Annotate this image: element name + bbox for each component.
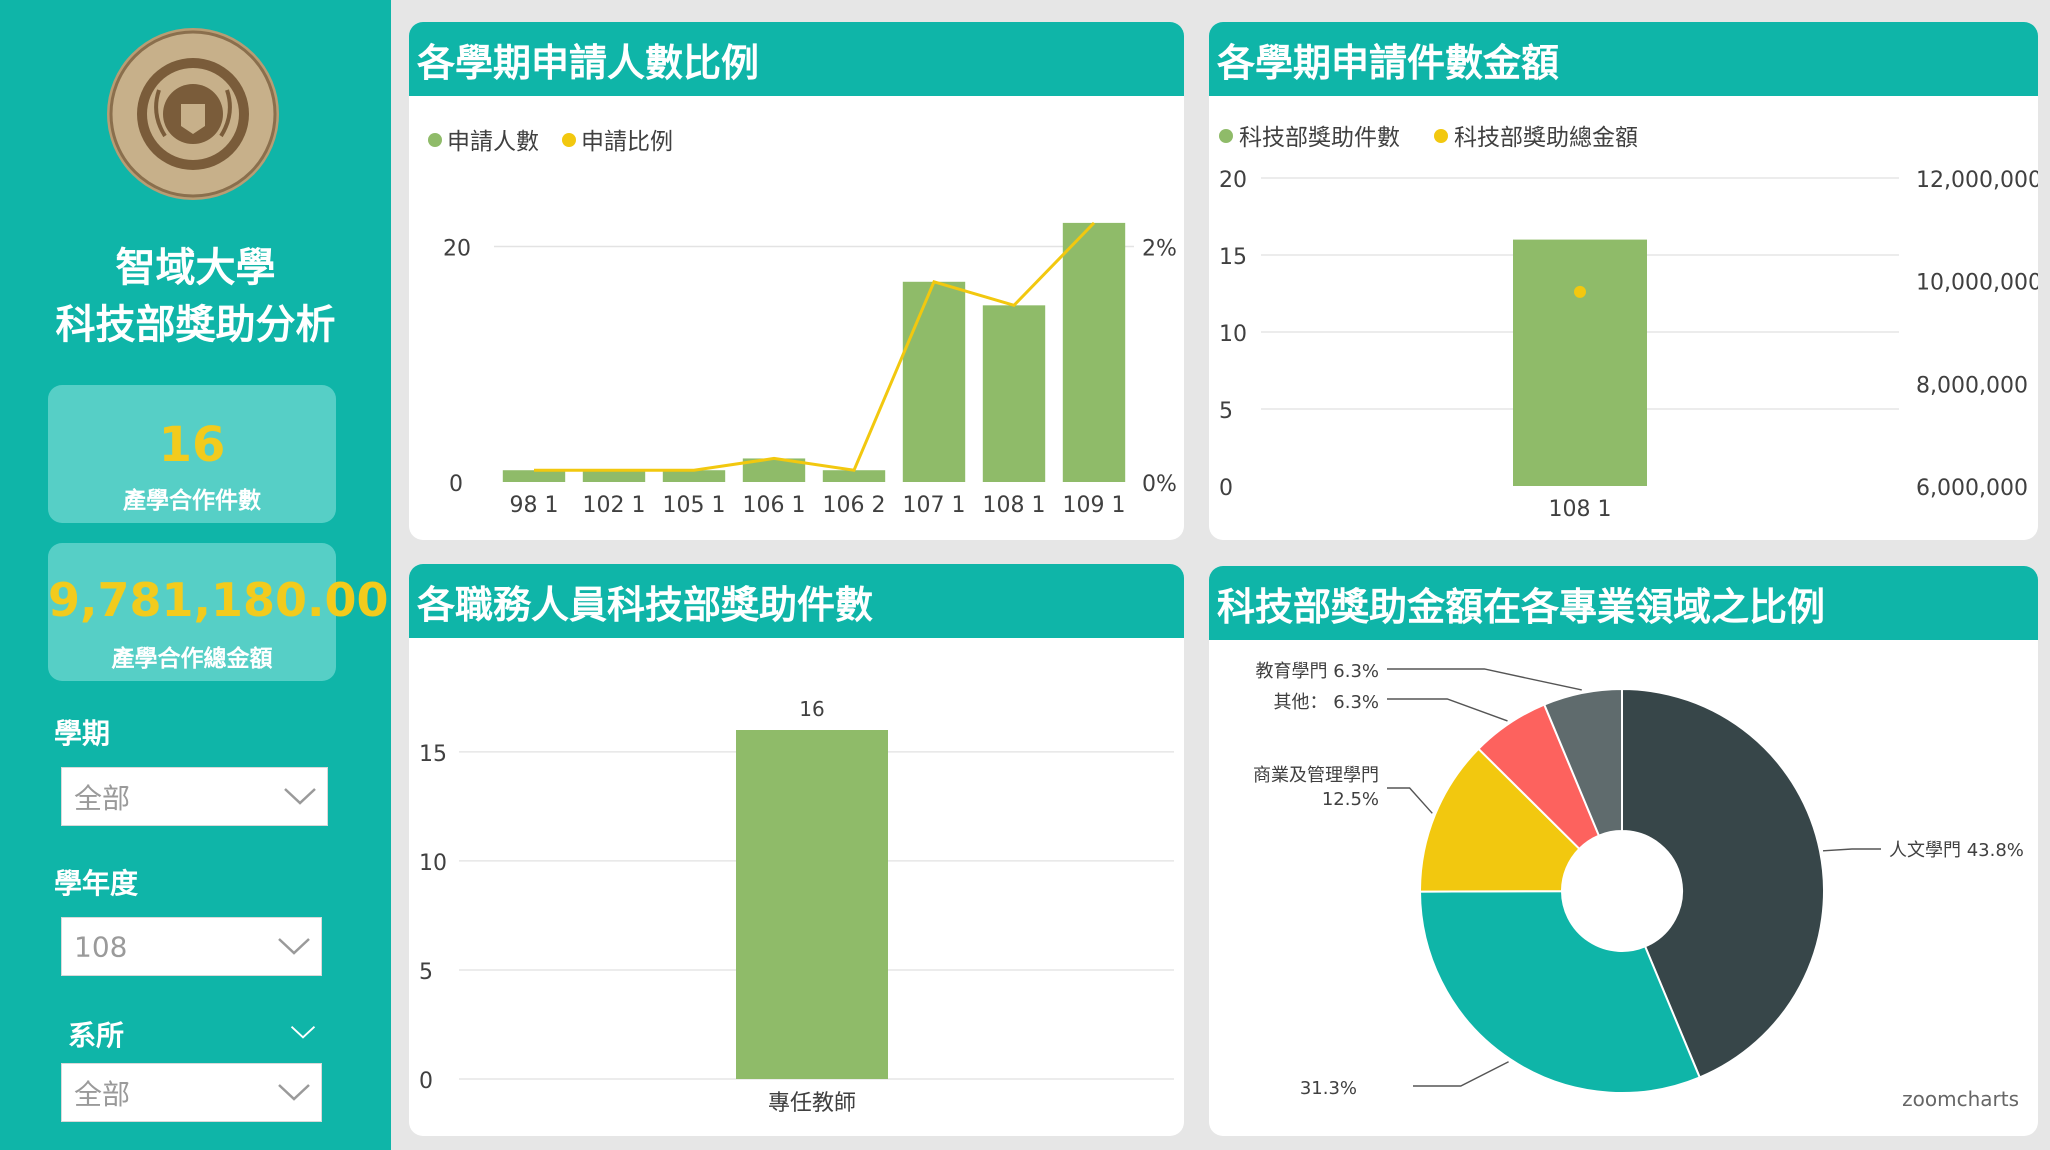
zoomcharts-watermark: zoomcharts bbox=[1902, 1087, 2019, 1111]
bar-applicants bbox=[982, 305, 1046, 482]
x-tick-label: 105 1 bbox=[663, 493, 726, 518]
bar-applicants bbox=[822, 470, 886, 482]
semester-select[interactable]: 全部 bbox=[61, 767, 328, 826]
x-tick-label: 108 1 bbox=[1549, 497, 1612, 522]
y-tick-label: 15 bbox=[1219, 245, 1247, 270]
chart-cases-and-amount: 科技部獎助件數 科技部獎助總金額 0 5 10 15 20 6,000,000 8,000,00… bbox=[1219, 125, 2038, 522]
y2-tick-label: 12,000,000 bbox=[1916, 168, 2038, 193]
y2-tick-label: 6,000,000 bbox=[1916, 476, 2028, 501]
y-tick-label: 20 bbox=[443, 236, 471, 261]
y-tick-label: 20 bbox=[1219, 168, 1247, 193]
x-tick-label: 106 1 bbox=[743, 493, 806, 518]
point-amount bbox=[1574, 285, 1586, 298]
y-tick-label: 0 bbox=[419, 1069, 433, 1094]
sidebar: 智域大學 科技部獎助分析 16 產學合作件數 9,781,180.00 產學合作… bbox=[0, 0, 391, 1150]
x-tick-label: 107 1 bbox=[903, 493, 966, 518]
panel-applicants-ratio: 各學期申請人數比例 申請人數 申請比例 0 20 0% 2% 98 1 102 1 105 11… bbox=[409, 22, 1184, 540]
bar-full-time-faculty bbox=[736, 730, 888, 1079]
slice-label: 教育學門 6.3% bbox=[1256, 661, 1379, 682]
slice-label: 商業及管理學門 bbox=[1253, 765, 1379, 786]
chart-cases-by-position: 0 5 10 15 16 專任教師 bbox=[419, 697, 1174, 1116]
dashboard-title-line1: 智域大學 bbox=[115, 245, 276, 291]
x-tick-label: 102 1 bbox=[583, 493, 646, 518]
x-tick-label: 專任教師 bbox=[768, 1091, 856, 1116]
y-tick-label: 5 bbox=[419, 960, 433, 985]
legend-marker-ratio bbox=[562, 133, 576, 147]
legend-marker-applicants bbox=[428, 133, 442, 147]
legend-label-applicants: 申請人數 bbox=[447, 129, 539, 155]
y2-tick-label: 0% bbox=[1142, 472, 1177, 497]
x-tick-label: 98 1 bbox=[510, 493, 559, 518]
bar-cases bbox=[1513, 239, 1647, 486]
bar-applicants bbox=[582, 470, 646, 482]
slice-label: 12.5% bbox=[1322, 789, 1379, 810]
slice-label: 31.3% bbox=[1300, 1078, 1357, 1099]
y-tick-label: 0 bbox=[1219, 476, 1233, 501]
dashboard-title-line2: 科技部獎助分析 bbox=[55, 302, 336, 348]
filter-label-semester: 學期 bbox=[54, 717, 111, 750]
leader-line bbox=[1387, 668, 1582, 691]
chart-amount-by-field: 人文學門 43.8% 31.3% 商業及管理學門 12.5% 其他： 6.3% 教育學門 … bbox=[1253, 661, 2024, 1111]
x-tick-label: 108 1 bbox=[983, 493, 1046, 518]
legend-marker-cases bbox=[1219, 129, 1233, 143]
y-tick-label: 10 bbox=[1219, 322, 1247, 347]
legend-marker-amount bbox=[1434, 129, 1448, 143]
filter-label-department: 系所 bbox=[68, 1019, 125, 1052]
kpi-label: 產學合作總金額 bbox=[111, 646, 273, 672]
legend-label-cases: 科技部獎助件數 bbox=[1239, 125, 1400, 151]
y2-tick-label: 8,000,000 bbox=[1916, 373, 2028, 398]
semester-select-value: 全部 bbox=[74, 781, 131, 815]
academic-year-select[interactable]: 108 bbox=[61, 917, 322, 976]
bar-applicants bbox=[902, 281, 966, 482]
y-tick-label: 15 bbox=[419, 742, 447, 767]
chevron-down-icon bbox=[278, 1083, 310, 1101]
y2-tick-label: 2% bbox=[1142, 236, 1177, 261]
y-tick-label: 5 bbox=[1219, 399, 1233, 424]
leader-line bbox=[1387, 698, 1508, 722]
panel-cases-by-position: 各職務人員科技部獎助件數 0 5 10 15 16 專任教師 bbox=[409, 564, 1184, 1136]
university-logo bbox=[107, 28, 279, 200]
panel-amount-by-field: 科技部獎助金額在各專業領域之比例 人文學門 43.8% 31.3% 商業及管理學門 1… bbox=[1209, 566, 2038, 1136]
leader-line bbox=[1822, 848, 1881, 852]
chevron-down-icon bbox=[284, 787, 316, 805]
x-tick-label: 109 1 bbox=[1063, 493, 1126, 518]
kpi-value: 16 bbox=[158, 417, 226, 473]
kpi-label: 產學合作件數 bbox=[123, 488, 261, 514]
x-tick-label: 106 2 bbox=[823, 493, 886, 518]
bar-applicants bbox=[662, 470, 726, 482]
bar-applicants bbox=[502, 470, 566, 482]
filter-label-academic-year: 學年度 bbox=[54, 867, 139, 900]
y-tick-label: 10 bbox=[419, 851, 447, 876]
kpi-value: 9,781,180.00 bbox=[48, 573, 389, 627]
collapse-chevron-icon[interactable] bbox=[290, 1025, 316, 1039]
academic-year-select-value: 108 bbox=[74, 930, 128, 963]
slice-label: 其他： 6.3% bbox=[1274, 692, 1379, 713]
department-select-value: 全部 bbox=[74, 1077, 131, 1111]
donut-slice bbox=[1418, 890, 1702, 1094]
leader-line bbox=[1387, 787, 1433, 814]
slice-label: 人文學門 43.8% bbox=[1889, 840, 2024, 861]
panel-application-amount: 各學期申請件數金額 科技部獎助件數 科技部獎助總金額 0 5 10 15 20 6,000,0… bbox=[1209, 22, 2038, 540]
y-tick-label: 0 bbox=[449, 472, 463, 497]
data-label: 16 bbox=[799, 697, 824, 721]
chart-applicants-by-semester: 申請人數 申請比例 0 20 0% 2% 98 1 102 1 105 1 106 1 106 2 1… bbox=[428, 129, 1177, 518]
bar-applicants bbox=[1062, 222, 1126, 482]
leader-line bbox=[1413, 1061, 1509, 1087]
kpi-card-cooperation-count: 16 產學合作件數 bbox=[48, 385, 336, 523]
department-select[interactable]: 全部 bbox=[61, 1063, 322, 1122]
chevron-down-icon bbox=[278, 937, 310, 955]
legend-label-amount: 科技部獎助總金額 bbox=[1454, 125, 1638, 151]
y2-tick-label: 10,000,000 bbox=[1916, 271, 2038, 296]
kpi-card-cooperation-amount: 9,781,180.00 產學合作總金額 bbox=[48, 543, 389, 681]
legend-label-ratio: 申請比例 bbox=[581, 129, 673, 155]
